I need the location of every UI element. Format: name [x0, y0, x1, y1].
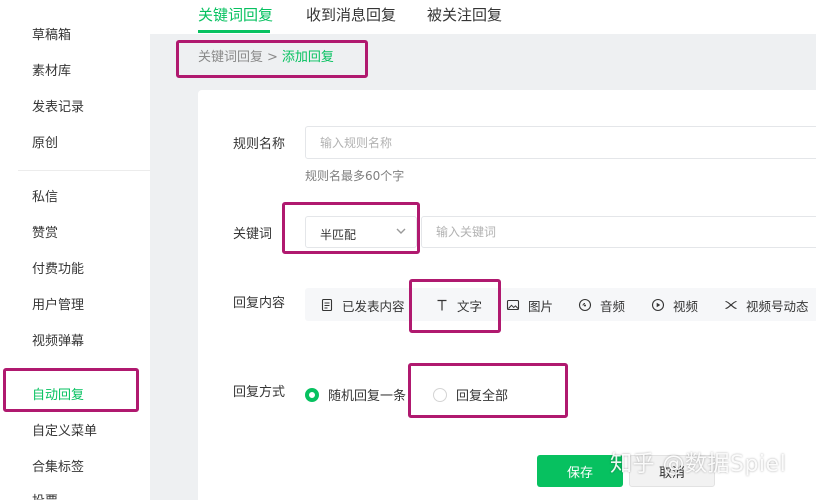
- breadcrumb-separator: >: [267, 50, 278, 65]
- reply-mode-all-label: 回复全部: [456, 389, 509, 404]
- tab-keyword-reply[interactable]: 关键词回复: [198, 5, 273, 25]
- sidebar-item-drafts[interactable]: 草稿箱: [32, 27, 71, 45]
- tab-follow-reply[interactable]: 被关注回复: [427, 5, 502, 25]
- reply-type-published-label: 已发表内容: [342, 298, 405, 314]
- audio-icon: [578, 298, 592, 312]
- reply-type-channels[interactable]: 视频号动态: [724, 296, 809, 314]
- sidebar-item-original[interactable]: 原创: [32, 135, 58, 153]
- channels-icon: [725, 300, 737, 310]
- sidebar-divider: [18, 170, 150, 171]
- rule-name-hint: 规则名最多60个字: [305, 169, 405, 183]
- reply-content-label: 回复内容: [233, 296, 286, 311]
- sidebar-item-user-management[interactable]: 用户管理: [32, 297, 84, 315]
- chevron-down-icon: [396, 228, 406, 234]
- reply-mode-random-label: 随机回复一条: [328, 389, 407, 404]
- reply-type-video[interactable]: 视频: [651, 296, 698, 314]
- reply-type-audio[interactable]: 音频: [578, 296, 625, 314]
- sidebar-item-collection-tags[interactable]: 合集标签: [32, 459, 84, 477]
- reply-type-published[interactable]: 已发表内容: [320, 296, 405, 314]
- keyword-label: 关键词: [233, 227, 273, 242]
- reply-tabs: 关键词回复 收到消息回复 被关注回复: [150, 0, 816, 34]
- sidebar-item-custom-menu[interactable]: 自定义菜单: [32, 423, 97, 441]
- breadcrumb-parent[interactable]: 关键词回复: [198, 50, 263, 65]
- active-tab-indicator: [198, 30, 270, 33]
- text-icon: [437, 299, 447, 311]
- image-icon: [506, 299, 520, 311]
- match-mode-select[interactable]: 半匹配: [305, 216, 417, 248]
- reply-type-audio-label: 音频: [600, 298, 626, 314]
- reply-type-image-label: 图片: [528, 298, 554, 314]
- breadcrumb-current: 添加回复: [281, 50, 334, 65]
- reply-mode-random-option[interactable]: 随机回复一条: [305, 385, 406, 404]
- keyword-input[interactable]: [422, 217, 816, 247]
- sidebar-item-materials[interactable]: 素材库: [32, 63, 71, 81]
- sidebar-item-auto-reply[interactable]: 自动回复: [32, 387, 84, 405]
- reply-type-text[interactable]: 文字: [435, 296, 482, 314]
- sidebar-item-messages[interactable]: 私信: [32, 189, 58, 207]
- reply-type-text-label: 文字: [457, 298, 483, 314]
- rule-name-label: 规则名称: [233, 137, 286, 152]
- sidebar-item-tips[interactable]: 赞赏: [32, 225, 58, 243]
- sidebar-item-publish-records[interactable]: 发表记录: [32, 99, 84, 117]
- tab-message-reply[interactable]: 收到消息回复: [306, 5, 396, 25]
- reply-type-channels-label: 视频号动态: [746, 298, 809, 314]
- radio-checked-icon: [305, 387, 319, 402]
- breadcrumb: 关键词回复 > 添加回复: [198, 49, 334, 67]
- rule-name-input[interactable]: [306, 127, 816, 158]
- video-icon: [651, 298, 665, 312]
- document-icon: [321, 298, 333, 312]
- keyword-input-box: [421, 216, 816, 248]
- reply-type-image[interactable]: 图片: [506, 296, 553, 314]
- radio-unchecked-icon: [433, 387, 447, 402]
- rule-name-input-box: [305, 126, 816, 159]
- reply-mode-all-option[interactable]: 回复全部: [433, 385, 508, 404]
- reply-type-video-label: 视频: [673, 298, 699, 314]
- sidebar-item-paid-features[interactable]: 付费功能: [32, 261, 84, 279]
- watermark: 知乎 @数据Spiel: [610, 452, 787, 477]
- sidebar-item-video-danmaku[interactable]: 视频弹幕: [32, 333, 84, 351]
- reply-mode-label: 回复方式: [233, 385, 286, 400]
- match-mode-value: 半匹配: [320, 228, 357, 242]
- sidebar: 草稿箱 素材库 发表记录 原创 私信 赞赏 付费功能 用户管理 视频弹幕 自动回…: [0, 0, 150, 500]
- sidebar-item-vote[interactable]: 投票: [32, 493, 58, 500]
